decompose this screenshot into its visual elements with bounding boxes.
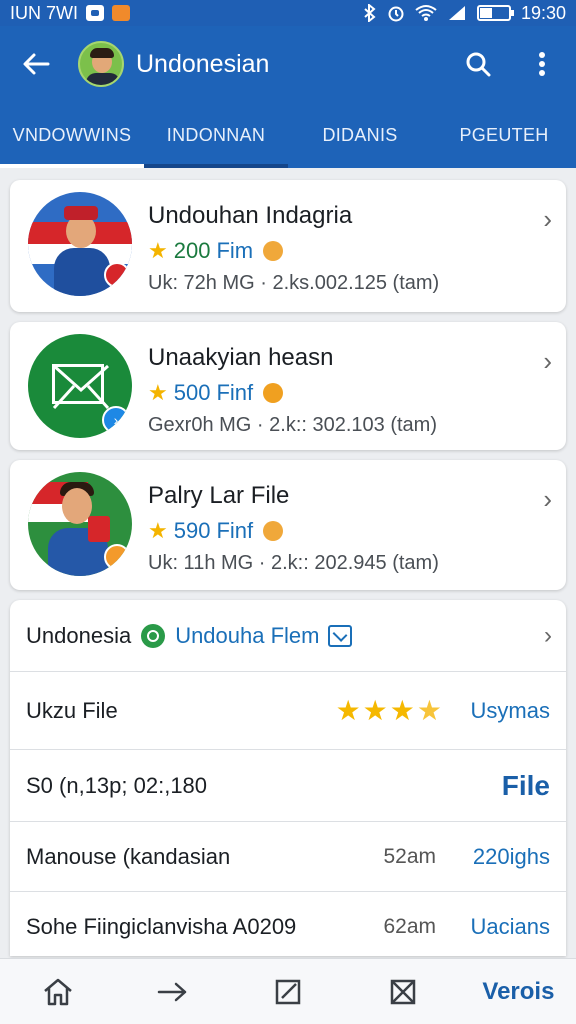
search-icon [466,52,491,77]
status-bar: IUN 7WI 19:30 [0,0,576,26]
star-icon: ★ [148,518,168,543]
chevron-right-icon: › [543,484,552,514]
tab-pgeuteh[interactable]: PGEUTEH [432,102,576,168]
row-value[interactable]: Uacians [471,914,550,940]
badge-icon [263,521,284,541]
nav-verois[interactable]: Verois [461,978,576,1006]
battery-icon [476,5,514,21]
app-bar: Undonesian [0,26,576,102]
notification-icon [86,5,105,21]
nav-forward[interactable] [115,980,230,1004]
edit-square-icon [275,979,301,1004]
chevron-right-icon: › [544,621,552,649]
nav-home[interactable] [0,977,115,1007]
table-row[interactable]: Manouse (kandasian 52am 220ighs [10,822,566,892]
star-icon: ★ [362,695,388,726]
back-button[interactable] [16,44,56,84]
tab-vndowwins[interactable]: VNDOWWINS [0,102,144,168]
table-row[interactable]: Ukzu File ★ ★ ★ ★ Usymas [10,672,566,750]
table-row[interactable]: S0 (n,13p; 02:,180 File [10,750,566,822]
item-meta: Gexr0h MG · 2.k:: 302.103 (tam) [148,414,437,436]
details-list: Undonesia Undouha Flem › Ukzu File ★ ★ ★… [10,600,566,956]
row-label: Sohe Fiingiclanvisha A0209 [26,914,297,939]
bottom-navigation: Verois [0,958,576,1024]
rating-stars: ★ ★ ★ ★ [336,694,442,727]
tab-didanis[interactable]: DIDANIS [288,102,432,168]
page-title: Undonesian [136,49,270,78]
app-thumbnail: › [28,334,132,438]
item-rating: ★ 200 Fim [148,238,284,264]
list-header-row[interactable]: Undonesia Undouha Flem › [10,600,566,672]
back-arrow-icon [23,53,50,75]
more-options-button[interactable] [524,46,560,82]
mail-icon [390,979,416,1004]
row-time: 62am [383,915,436,938]
table-row[interactable]: Sohe Fiingiclanvisha A0209 62am Uacians [10,892,566,956]
sync-icon [141,623,166,648]
wifi-icon [415,5,437,21]
list-header-link[interactable]: Undouha Flem [175,623,319,649]
badge-icon [263,383,284,403]
chevron-right-icon: › [543,346,552,376]
row-label: Ukzu File [26,697,118,723]
signal-icon [448,6,465,20]
item-rating: ★ 500 Finf [148,380,284,406]
row-value[interactable]: Usymas [471,698,550,724]
row-label: S0 (n,13p; 02:,180 [26,772,208,798]
home-icon [43,978,72,1005]
row-value[interactable]: 220ighs [473,844,550,870]
clock-text: 19:30 [520,2,566,23]
nav-edit[interactable] [230,978,345,1006]
bluetooth-icon [364,4,376,22]
list-item[interactable]: Palry Lar File ★ 590 Finf Uk: 11h MG · 2… [10,460,566,590]
row-time: 52am [383,844,436,868]
tab-bar: VNDOWWINS INDONNAN DIDANIS PGEUTEH [0,102,576,168]
star-icon: ★ [335,695,361,726]
chevron-right-icon: › [543,204,552,234]
list-item[interactable]: Undouhan Indagria ★ 200 Fim Uk: 72h MG ·… [10,180,566,312]
item-meta: Uk: 11h MG · 2.k:: 202.945 (tam) [148,552,439,574]
badge-icon [263,241,284,261]
search-button[interactable] [460,46,496,82]
item-rating: ★ 590 Finf [148,518,284,544]
arrow-right-icon [157,982,187,1001]
app-notification-icon [112,5,131,21]
list-header-label: Undonesia [26,622,132,648]
star-icon: ★ [416,695,442,726]
alarm-icon [388,6,404,22]
item-title: Palry Lar File [148,482,290,509]
more-vert-icon [539,52,545,76]
list-item[interactable]: › Unaakyian heasn ★ 500 Finf Gexr0h MG ·… [10,322,566,450]
mailbox-icon [327,624,352,647]
app-thumbnail [28,472,132,576]
row-label: Manouse (kandasian [26,843,231,869]
app-thumbnail [28,192,132,296]
nav-mail[interactable] [346,978,461,1006]
carrier-text: IUN 7WI [10,2,79,23]
item-title: Undouhan Indagria [148,202,353,229]
avatar[interactable] [78,41,124,87]
star-icon: ★ [148,238,168,263]
star-icon: ★ [148,380,168,405]
tab-indonnan[interactable]: INDONNAN [144,102,288,168]
star-icon: ★ [389,695,415,726]
item-title: Unaakyian heasn [148,344,334,371]
file-button[interactable]: File [502,770,550,802]
item-meta: Uk: 72h MG · 2.ks.002.125 (tam) [148,272,440,294]
